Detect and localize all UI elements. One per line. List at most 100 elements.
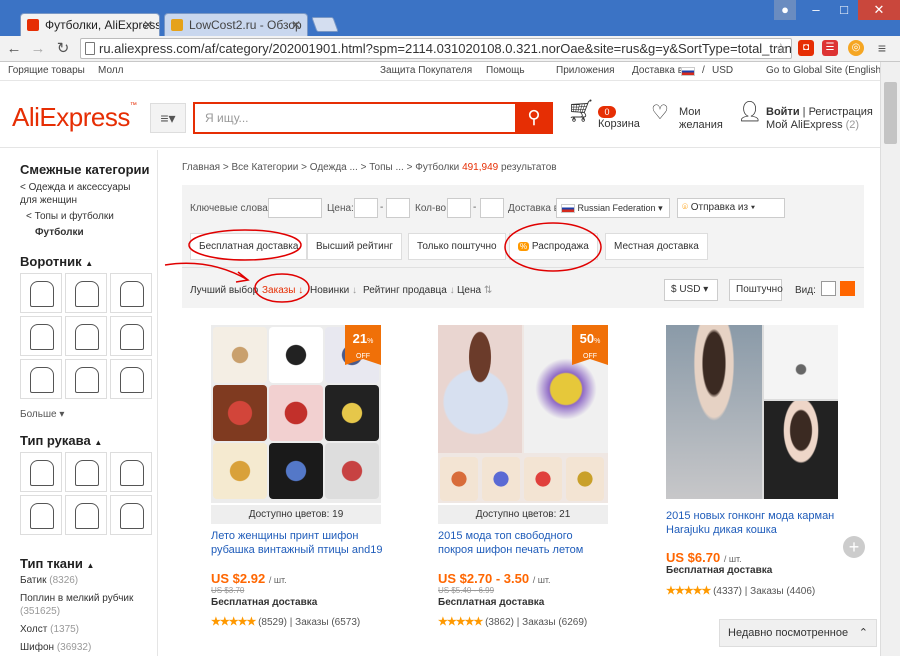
fabric-option[interactable]: Батик (8326) (20, 574, 78, 587)
sleeve-swatch[interactable] (20, 452, 62, 492)
heart-icon[interactable]: ♡ (651, 103, 669, 123)
cart-label[interactable]: Корзина (598, 118, 640, 131)
reload-icon[interactable]: ↻ (53, 39, 73, 59)
sort-newest[interactable]: Новинки ↓ (310, 285, 357, 296)
mall-link[interactable]: Молл (98, 65, 123, 76)
close-tab-icon[interactable]: ✕ (291, 14, 301, 36)
sort-orders[interactable]: Заказы ↓ (262, 285, 303, 296)
breadcrumb-path[interactable]: Главная > Все Категории > Одежда ... > Т… (182, 162, 459, 173)
grid-view-icon[interactable] (840, 281, 855, 296)
aliexpress-logo[interactable]: AliExpress™ (12, 102, 137, 133)
fabric-filter-title[interactable]: Тип ткани ▲ (20, 556, 94, 571)
qty-min-input[interactable] (447, 198, 471, 218)
free-shipping-filter[interactable]: Бесплатная доставка (190, 233, 308, 260)
help-link[interactable]: Помощь (486, 65, 525, 76)
product-image[interactable] (666, 325, 838, 499)
sleeve-swatch[interactable] (20, 495, 62, 535)
fabric-option[interactable]: Шифон (36932) (20, 641, 91, 654)
collar-swatch[interactable] (110, 359, 152, 399)
coupon-extension-icon[interactable]: ☰ (822, 40, 838, 56)
maximize-button[interactable]: □ (830, 0, 858, 20)
fabric-option[interactable]: Поплин в мелкий рубчик (351625) (20, 592, 150, 618)
qty-max-input[interactable] (480, 198, 504, 218)
ship-to-select[interactable]: Russian Federation ▾ (556, 198, 670, 218)
review-count[interactable]: (3862) (485, 617, 514, 628)
product-price: US $2.92 / шт. (211, 571, 287, 586)
collar-swatch[interactable] (20, 273, 62, 313)
sleeve-swatch[interactable] (65, 452, 107, 492)
tab-aliexpress[interactable]: Футболки, AliExpress ✕ (20, 13, 160, 36)
bookmark-star-icon[interactable]: ☆ (774, 39, 787, 58)
chrome-menu-icon[interactable]: ≡ (874, 40, 890, 56)
category-link-tops[interactable]: < Топы и футболки (26, 210, 114, 223)
review-count[interactable]: (4337) (713, 586, 742, 597)
apps-link[interactable]: Приложения (556, 65, 615, 76)
collar-swatch[interactable] (20, 316, 62, 356)
sort-price[interactable]: Цена ⇅ (457, 285, 492, 296)
currency-select[interactable]: $ USD ▾ (664, 279, 718, 301)
collar-swatch[interactable] (110, 316, 152, 356)
aliexpress-extension-icon[interactable]: ◘ (798, 40, 814, 56)
collar-filter-title[interactable]: Воротник ▲ (20, 254, 93, 269)
product-title[interactable]: 2015 мода топ свободного покроя шифон пе… (438, 529, 610, 557)
collar-swatch[interactable] (65, 316, 107, 356)
single-unit-filter[interactable]: Только поштучно (408, 233, 506, 260)
top-rated-filter[interactable]: Высший рейтинг (307, 233, 402, 260)
price-min-input[interactable] (354, 198, 378, 218)
register-link[interactable]: Регистрация (809, 106, 873, 118)
currency-link[interactable]: USD (712, 65, 733, 76)
list-view-icon[interactable] (821, 281, 836, 296)
forward-icon[interactable]: → (28, 39, 48, 59)
categories-menu-button[interactable]: ≡▾ (150, 103, 186, 133)
keywords-input[interactable] (268, 198, 322, 218)
search-button[interactable]: ⚲ (515, 102, 553, 134)
collapse-icon: ▲ (85, 259, 94, 268)
profile-icon[interactable]: ● (774, 0, 796, 20)
close-tab-icon[interactable]: ✕ (143, 14, 153, 36)
product-title[interactable]: 2015 новых гонконг мода карман Harajuku … (666, 509, 838, 537)
tab-lowcost[interactable]: LowCost2.ru - Обзор ✕ (164, 13, 308, 36)
user-icon[interactable]: 👤︎ (737, 102, 762, 122)
search-extension-icon[interactable]: ◎ (848, 40, 864, 56)
buyer-protection-link[interactable]: Защита Покупателя (380, 65, 472, 76)
my-aliexpress-link[interactable]: Мой AliExpress (766, 119, 843, 131)
category-link-women[interactable]: < Одежда и аксессуары для женщин (20, 181, 148, 207)
ship-to-link[interactable]: Доставка в (632, 65, 683, 76)
review-count[interactable]: (8529) (258, 617, 287, 628)
unit-select[interactable]: Поштучно (729, 279, 783, 301)
signin-link[interactable]: Войти (766, 106, 800, 118)
sale-filter[interactable]: % Распродажа (509, 233, 598, 260)
scrollbar-thumb[interactable] (884, 82, 897, 144)
collar-swatch[interactable] (110, 273, 152, 313)
sleeve-swatch[interactable] (110, 495, 152, 535)
local-shipping-filter[interactable]: Местная доставка (605, 233, 708, 260)
shipping-info: Бесплатная доставка (438, 597, 545, 608)
sleeve-swatch[interactable] (65, 495, 107, 535)
sort-best-match[interactable]: Лучший выбор (190, 285, 258, 296)
add-icon[interactable]: + (843, 536, 865, 558)
recently-viewed-bar[interactable]: Недавно посмотренное ⌃ (719, 619, 877, 647)
fabric-option[interactable]: Холст (1375) (20, 623, 79, 636)
cart-icon[interactable]: 🛒︎ (567, 100, 595, 122)
ship-from-select[interactable]: ⌾ Отправка из ▾ (677, 198, 785, 218)
collar-swatch[interactable] (20, 359, 62, 399)
site-header: AliExpress™ ≡▾ Я ищу... ⚲ 🛒︎ 0 Корзина ♡… (0, 82, 880, 148)
collar-swatch[interactable] (65, 359, 107, 399)
global-site-link[interactable]: Go to Global Site (English) (766, 65, 884, 76)
back-icon[interactable]: ← (4, 39, 24, 59)
url-input[interactable]: ru.aliexpress.com/af/category/202001901.… (80, 38, 792, 59)
price-max-input[interactable] (386, 198, 410, 218)
new-tab-button[interactable] (311, 17, 339, 32)
close-window-button[interactable]: ✕ (858, 0, 900, 20)
wishlist-link[interactable]: Мои желания (679, 106, 723, 132)
sleeve-swatch[interactable] (110, 452, 152, 492)
search-input[interactable]: Я ищу... (193, 102, 515, 134)
product-title[interactable]: Лето женщины принт шифон рубашка винтажн… (211, 529, 383, 557)
sleeve-filter-title[interactable]: Тип рукава ▲ (20, 433, 102, 448)
hot-deals-link[interactable]: Горящие товары (8, 65, 85, 76)
sort-seller-rating[interactable]: Рейтинг продавца ↓ (363, 285, 455, 296)
more-link[interactable]: Больше ▾ (20, 408, 64, 421)
minimize-button[interactable]: – (802, 0, 830, 20)
collar-swatch[interactable] (65, 273, 107, 313)
page-scrollbar[interactable] (880, 62, 900, 656)
